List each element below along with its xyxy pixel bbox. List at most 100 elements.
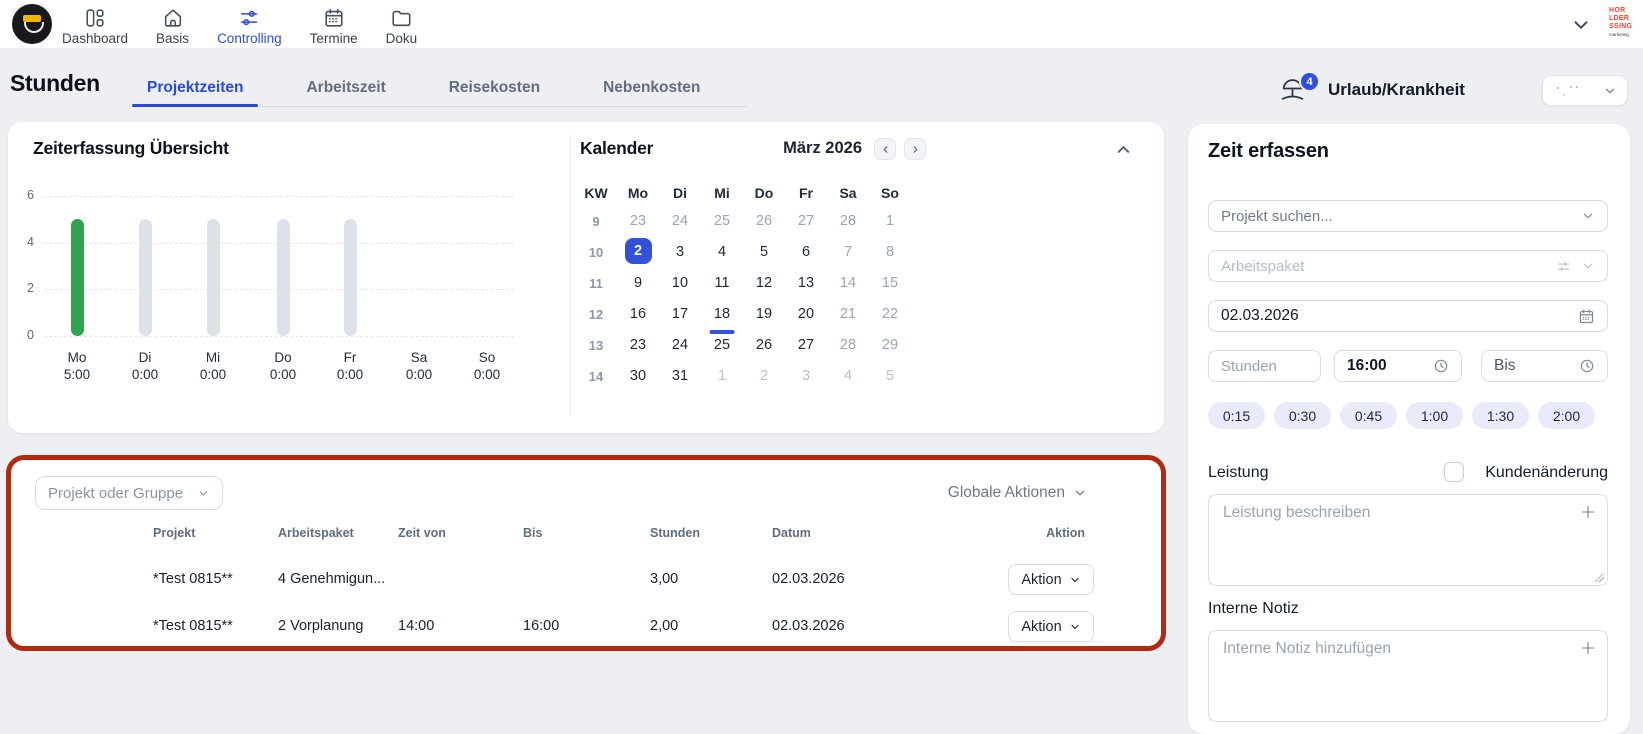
chart-bar-target [139, 219, 152, 336]
calendar-day-header: Mo [617, 180, 659, 206]
chart-gridline [44, 196, 514, 197]
calendar-week-row: 119101112131415 [575, 268, 911, 299]
collapse-card-chevron-up-icon[interactable] [1114, 140, 1133, 159]
time-entry-title: Zeit erfassen [1208, 140, 1329, 163]
service-description-textarea[interactable]: Leistung beschreiben [1208, 494, 1608, 586]
calendar-day[interactable]: 3 [785, 361, 827, 392]
quick-time-chip[interactable]: 0:45 [1340, 402, 1397, 429]
table-cell-zeit-von: 14:00 [398, 610, 434, 642]
clock-icon[interactable] [1433, 358, 1449, 374]
nav-item-doku[interactable]: Doku [386, 3, 418, 46]
calendar-day[interactable]: 29 [869, 330, 911, 361]
add-note-plus-icon[interactable] [1579, 639, 1597, 657]
calendar-day[interactable]: 25 [701, 206, 743, 237]
user-profile-dropdown[interactable] [1542, 75, 1628, 106]
add-service-plus-icon[interactable] [1579, 503, 1597, 521]
quick-time-chip[interactable]: 0:30 [1274, 402, 1331, 429]
chart-x-label: Mi [183, 350, 243, 365]
calendar-day[interactable]: 15 [869, 268, 911, 299]
calendar-day[interactable]: 9 [617, 268, 659, 299]
calendar-day[interactable]: 4 [701, 237, 743, 268]
chart-y-tick: 2 [10, 281, 34, 295]
calendar-day[interactable]: 20 [785, 299, 827, 330]
chart-y-tick: 0 [10, 328, 34, 342]
calendar-day[interactable]: 6 [785, 237, 827, 268]
calendar-day[interactable]: 21 [827, 299, 869, 330]
quick-time-chip[interactable]: 2:00 [1538, 402, 1595, 429]
calendar-day[interactable]: 1 [869, 206, 911, 237]
nav-item-basis[interactable]: Basis [156, 3, 189, 46]
quick-time-chip[interactable]: 0:15 [1208, 402, 1265, 429]
nav-collapse-chevron-down-icon[interactable] [1570, 14, 1592, 36]
calendar-day[interactable]: 28 [827, 206, 869, 237]
quick-time-chip[interactable]: 1:30 [1472, 402, 1529, 429]
calendar-day[interactable]: 26 [743, 330, 785, 361]
nav-item-dashboard[interactable]: Dashboard [62, 3, 128, 46]
nav-item-termine[interactable]: Termine [310, 3, 358, 46]
clock-icon[interactable] [1579, 358, 1595, 374]
calendar-day[interactable]: 8 [869, 237, 911, 268]
calendar-day[interactable]: 19 [743, 299, 785, 330]
calendar-day[interactable]: 18 [701, 299, 743, 330]
vacation-sickness-label[interactable]: Urlaub/Krankheit [1328, 80, 1465, 100]
global-actions-dropdown[interactable]: Globale Aktionen [948, 484, 1087, 502]
row-action-button[interactable]: Aktion [1008, 611, 1094, 642]
chart-x-label: Do [253, 350, 313, 365]
resize-handle[interactable] [1595, 573, 1604, 582]
calendar-day[interactable]: 11 [701, 268, 743, 299]
calendar-day[interactable]: 7 [827, 237, 869, 268]
calendar-day[interactable]: 24 [659, 206, 701, 237]
calendar-day[interactable]: 1 [701, 361, 743, 392]
calendar-day[interactable]: 23 [617, 206, 659, 237]
nav-item-label: Doku [386, 31, 418, 46]
time-to-input[interactable]: Bis [1481, 350, 1608, 382]
calendar-day[interactable]: 28 [827, 330, 869, 361]
project-search-select[interactable]: Projekt suchen... [1208, 200, 1608, 232]
app-logo[interactable] [12, 4, 52, 44]
tab-reisekosten[interactable]: Reisekosten [434, 74, 555, 106]
calendar-day[interactable]: 27 [785, 206, 827, 237]
calendar-next-button[interactable] [904, 138, 926, 160]
calendar-day[interactable]: 31 [659, 361, 701, 392]
calendar-prev-button[interactable] [874, 138, 896, 160]
calendar-day[interactable]: 4 [827, 361, 869, 392]
internal-note-placeholder: Interne Notiz hinzufügen [1223, 640, 1391, 658]
calendar-day[interactable]: 24 [659, 330, 701, 361]
row-action-button[interactable]: Aktion [1008, 564, 1094, 595]
work-package-select[interactable]: Arbeitspaket [1208, 250, 1608, 282]
chart-x-label: So [457, 350, 517, 365]
calendar-day[interactable]: 5 [869, 361, 911, 392]
calendar-day[interactable]: 2 [617, 237, 659, 268]
internal-note-textarea[interactable]: Interne Notiz hinzufügen [1208, 630, 1608, 722]
tab-arbeitszeit[interactable]: Arbeitszeit [291, 74, 400, 106]
chart-y-tick: 6 [10, 188, 34, 202]
date-input[interactable]: 02.03.2026 [1208, 300, 1608, 332]
calendar-day[interactable]: 5 [743, 237, 785, 268]
table-cell-bis: 16:00 [523, 610, 559, 642]
tab-nebenkosten[interactable]: Nebenkosten [588, 74, 715, 106]
calendar-day[interactable]: 27 [785, 330, 827, 361]
calendar-day[interactable]: 30 [617, 361, 659, 392]
calendar-day[interactable]: 13 [785, 268, 827, 299]
tab-projektzeiten[interactable]: Projektzeiten [132, 74, 258, 106]
calendar-icon[interactable] [1578, 308, 1595, 325]
calendar-day[interactable]: 17 [659, 299, 701, 330]
quick-time-chip[interactable]: 1:00 [1406, 402, 1463, 429]
time-from-input[interactable]: 16:00 [1334, 350, 1462, 382]
calendar-day[interactable]: 12 [743, 268, 785, 299]
calendar-day[interactable]: 2 [743, 361, 785, 392]
calendar-day[interactable]: 23 [617, 330, 659, 361]
hours-input[interactable]: Stunden [1208, 350, 1321, 382]
calendar-day[interactable]: 3 [659, 237, 701, 268]
calendar-day[interactable]: 14 [827, 268, 869, 299]
calendar-day[interactable]: 10 [659, 268, 701, 299]
table-cell-projekt: *Test 0815** [153, 610, 233, 642]
calendar-day[interactable]: 22 [869, 299, 911, 330]
nav-item-controlling[interactable]: Controlling [217, 3, 282, 46]
customer-change-checkbox[interactable] [1444, 462, 1464, 482]
table-cell-projekt: *Test 0815** [153, 563, 233, 595]
calendar-day[interactable]: 16 [617, 299, 659, 330]
calendar-day[interactable]: 25 [701, 330, 743, 361]
project-group-filter-dropdown[interactable]: Projekt oder Gruppe [35, 476, 223, 510]
calendar-day[interactable]: 26 [743, 206, 785, 237]
